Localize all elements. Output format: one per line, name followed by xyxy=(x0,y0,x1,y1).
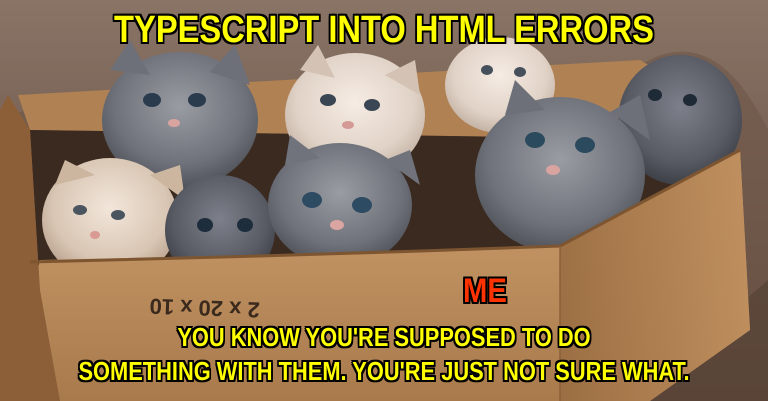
bottom-caption: YOU KNOW YOU'RE SUPPOSED TO DO SOMETHING… xyxy=(61,320,706,388)
box-print: 2 x 20 x 10 xyxy=(149,294,260,323)
svg-text:2 x 20 x 10: 2 x 20 x 10 xyxy=(149,294,260,323)
bottom-caption-line-1: YOU KNOW YOU'RE SUPPOSED TO DO xyxy=(177,322,591,352)
top-caption: TYPESCRIPT INTO HTML ERRORS xyxy=(114,9,654,51)
bottom-caption-line-2: SOMETHING WITH THEM. YOU'RE JUST NOT SUR… xyxy=(78,356,690,386)
meme-image: 2 x 20 x 10 TYPESCRIPT INTO HTML ERRORS … xyxy=(0,0,768,401)
me-label: ME xyxy=(463,272,507,310)
